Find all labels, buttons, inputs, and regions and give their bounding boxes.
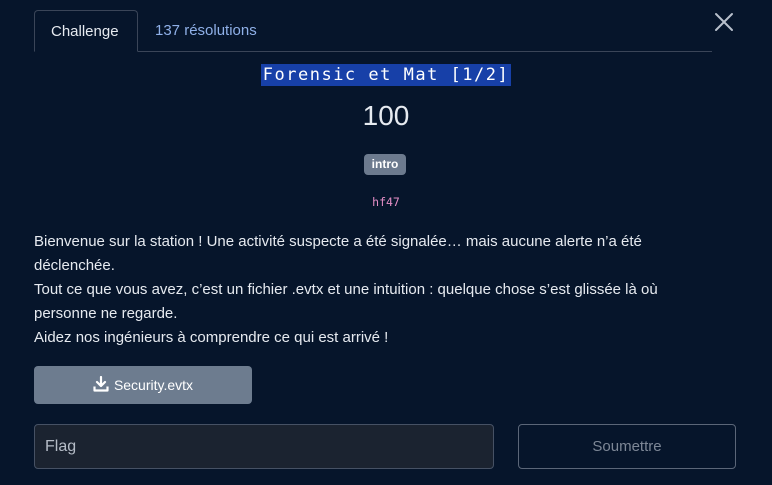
download-file-button[interactable]: Security.evtx — [34, 366, 252, 404]
description-line: Tout ce que vous avez, c’est un fichier … — [34, 281, 658, 322]
challenge-description: Bienvenue sur la station ! Une activité … — [34, 230, 714, 350]
tab-challenge[interactable]: Challenge — [34, 10, 138, 52]
challenge-points: 100 — [362, 100, 410, 131]
submit-button[interactable]: Soumettre — [518, 424, 736, 469]
flag-input[interactable] — [34, 424, 494, 469]
challenge-author: hf47 — [372, 195, 400, 209]
close-icon[interactable] — [712, 10, 736, 34]
tab-solves[interactable]: 137 résolutions — [139, 10, 273, 52]
download-icon — [93, 375, 109, 395]
challenge-title: Forensic et Mat [1/2] — [0, 64, 772, 86]
challenge-title-text: Forensic et Mat [1/2] — [260, 64, 512, 86]
description-line: Bienvenue sur la station ! Une activité … — [34, 233, 642, 274]
download-file-label: Security.evtx — [113, 377, 194, 393]
tab-bar: Challenge 137 résolutions — [34, 10, 712, 52]
challenge-tag: intro — [364, 154, 406, 175]
description-line: Aidez nos ingénieurs à comprendre ce qui… — [34, 329, 389, 346]
